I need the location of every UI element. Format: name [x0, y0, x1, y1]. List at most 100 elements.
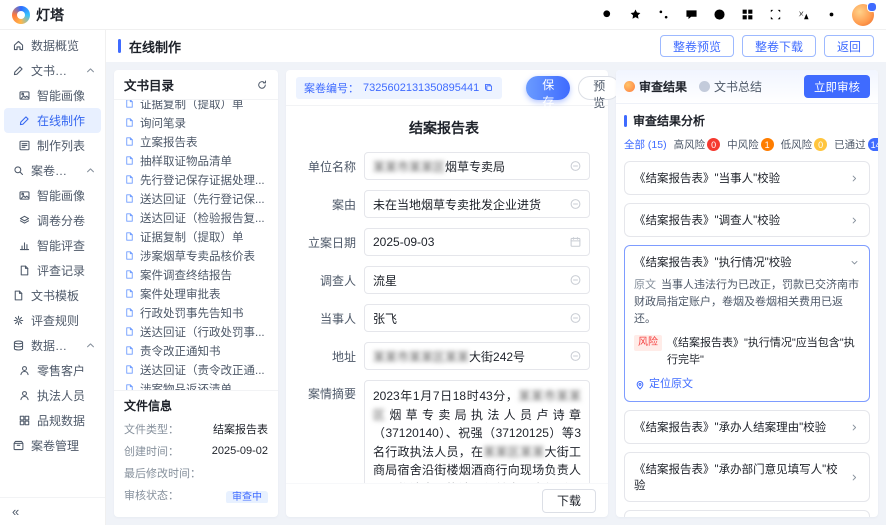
risk-badge: 风险 [634, 335, 662, 352]
sidebar-item-12[interactable]: 数据管理 [0, 333, 105, 358]
refresh-icon[interactable] [256, 79, 268, 91]
doc-item[interactable]: 案件处理审批表 [118, 284, 274, 303]
doc-item[interactable]: 涉案物品返还清单 [118, 379, 274, 390]
search-icon[interactable] [600, 7, 615, 22]
home-icon [12, 39, 25, 52]
app-logo[interactable]: 灯塔 [12, 5, 64, 25]
doc-icon [124, 231, 135, 242]
doc-icon [124, 307, 135, 318]
doc-list[interactable]: 证据复制（提取）单 询问笔录 立案报告表 抽样取证物品清单 先行登记保存证据处理... 送… [114, 100, 278, 390]
field-text: 2025-09-03 [373, 235, 435, 249]
header-button-1[interactable]: 整卷下载 [741, 35, 816, 57]
review-card-0[interactable]: 《结案报告表》"当事人"校验 [624, 161, 870, 195]
star-icon[interactable] [628, 7, 643, 22]
editor-body[interactable]: 结案报告表 单位名称 某某市某某区 烟草专卖局 案由 未在当地烟草专卖批发企业进货 立案日… [286, 106, 608, 483]
sidebar-item-3[interactable]: 在线制作 [4, 108, 101, 133]
topbar: 灯塔 [0, 0, 886, 30]
review-card-5[interactable]: 《结案报告表》"法制部门意见填写人"校验 [624, 510, 870, 517]
review-card-3[interactable]: 《结案报告表》"承办人结案理由"校验 [624, 410, 870, 445]
review-body[interactable]: 审查结果分析 全部 (15)高风险0中风险1低风险0已通过14 《结案报告表》"… [616, 104, 878, 517]
image-icon [18, 89, 31, 102]
doc-item[interactable]: 立案报告表 [118, 132, 274, 151]
field-input[interactable]: 流星 [364, 266, 590, 294]
expand-icon[interactable] [768, 7, 783, 22]
save-button[interactable]: 保存 [526, 75, 571, 109]
chat-icon[interactable] [684, 7, 699, 22]
sidebar-item-11[interactable]: 评查规则 [0, 308, 105, 333]
sidebar-item-15[interactable]: 品规数据 [0, 408, 105, 433]
audit-now-button[interactable]: 立即审核 [804, 75, 870, 98]
gear-icon[interactable] [824, 7, 839, 22]
sidebar-item-6[interactable]: 智能画像 [0, 183, 105, 208]
preview-button[interactable]: 预览 [578, 75, 621, 110]
sidebar-item-label: 评查记录 [37, 264, 86, 278]
field-input[interactable]: 2025-09-03 [364, 228, 590, 256]
doc-item[interactable]: 送达回证（检验报告复... [118, 208, 274, 227]
sidebar-item-9[interactable]: 评查记录 [0, 258, 105, 283]
header-button-2[interactable]: 返回 [823, 35, 874, 57]
sidebar-collapse[interactable]: « [0, 497, 105, 525]
download-button[interactable]: 下载 [541, 488, 596, 513]
risk-filter-3[interactable]: 低风险 0 [781, 137, 828, 152]
sidebar-item-label: 零售客户 [37, 364, 86, 378]
doc-item[interactable]: 送达回证（先行登记保... [118, 189, 274, 208]
sidebar-item-1[interactable]: 文书制作 [0, 58, 105, 83]
doc-item[interactable]: 询问笔录 [118, 113, 274, 132]
review-header: 审查结果 文书总结 立即审核 [616, 70, 878, 104]
field-input[interactable]: 张飞 [364, 304, 590, 332]
doc-item[interactable]: 先行登记保存证据处理... [118, 170, 274, 189]
locate-original-link[interactable]: 定位原文 [634, 376, 860, 393]
doc-item[interactable]: 送达回证（责令改正通... [118, 360, 274, 379]
avatar[interactable] [852, 1, 877, 26]
sidebar-item-7[interactable]: 调卷分卷 [0, 208, 105, 233]
sidebar-item-13[interactable]: 零售客户 [0, 358, 105, 383]
sidebar-item-4[interactable]: 制作列表 [0, 133, 105, 158]
sidebar-item-14[interactable]: 执法人员 [0, 383, 105, 408]
doc-item[interactable]: 证据复制（提取）单 [118, 227, 274, 246]
review-card-2[interactable]: 《结案报告表》"执行情况"校验 原文 当事人违法行为已改正，罚款已交济南市财政局指定… [624, 245, 870, 403]
doc-item[interactable]: 涉案烟草专卖品核价表 [118, 246, 274, 265]
sidebar-item-8[interactable]: 智能评查 [0, 233, 105, 258]
field-input[interactable]: 未在当地烟草专卖批发企业进货 [364, 190, 590, 218]
sidebar-item-label: 智能画像 [37, 89, 86, 103]
file-info-row: 创建时间： 2025-09-02 [124, 443, 268, 459]
tab-doc-summary[interactable]: 文书总结 [699, 78, 762, 95]
doc-item[interactable]: 责令改正通知书 [118, 341, 274, 360]
copy-icon[interactable] [483, 82, 494, 93]
review-card-1[interactable]: 《结案报告表》"调查人"校验 [624, 203, 870, 237]
sidebar-item-5[interactable]: 案卷评查 [0, 158, 105, 183]
doc-icon [124, 100, 135, 109]
risk-filter-4[interactable]: 已通过14 [834, 137, 878, 152]
field-input[interactable]: 某某市某某区某某 大街242号 [364, 342, 590, 370]
field-input[interactable]: 某某市某某区 烟草专卖局 [364, 152, 590, 180]
risk-filter-1[interactable]: 高风险 0 [674, 137, 721, 152]
sidebar-item-16[interactable]: 案卷管理 [0, 433, 105, 458]
review-card-4[interactable]: 《结案报告表》"承办部门意见填写人"校验 [624, 452, 870, 503]
tab-review-results[interactable]: 审查结果 [624, 78, 687, 95]
header-button-0[interactable]: 整卷预览 [659, 35, 734, 57]
sidebar-item-2[interactable]: 智能画像 [0, 83, 105, 108]
doc-icon [124, 193, 135, 204]
risk-filter-2[interactable]: 中风险 1 [727, 137, 774, 152]
pin-icon [634, 379, 646, 391]
percent-icon[interactable] [656, 7, 671, 22]
doc-item[interactable]: 送达回证（行政处罚事... [118, 322, 274, 341]
doc-item[interactable]: 抽样取证物品清单 [118, 151, 274, 170]
doc-item[interactable]: 行政处罚事先告知书 [118, 303, 274, 322]
translate-icon[interactable] [796, 7, 811, 22]
grid-icon[interactable] [740, 7, 755, 22]
doc-item-label: 行政处罚事先告知书 [140, 307, 244, 320]
risk-filter-0[interactable]: 全部 (15) [624, 137, 667, 152]
case-summary-textarea[interactable]: 2023年1月7日18时43分，某某市某某区烟草专卖局执法人员卢诗章（37120… [364, 380, 590, 483]
doc-summary-icon [699, 81, 711, 92]
doc-item[interactable]: 证据复制（提取）单 [118, 100, 274, 113]
page-header: 在线制作 整卷预览 整卷下载 返回 [106, 30, 886, 62]
sidebar-item-0[interactable]: 数据概览 [0, 33, 105, 58]
doc-item[interactable]: 案件调查终结报告 [118, 265, 274, 284]
doc-icon [124, 212, 135, 223]
sidebar-item-label: 调卷分卷 [37, 214, 86, 228]
form-row: 案由 未在当地烟草专卖批发企业进货 [298, 190, 590, 218]
sidebar-item-10[interactable]: 文书模板 [0, 283, 105, 308]
chevron-down-icon [849, 257, 860, 268]
clock-icon[interactable] [712, 7, 727, 22]
